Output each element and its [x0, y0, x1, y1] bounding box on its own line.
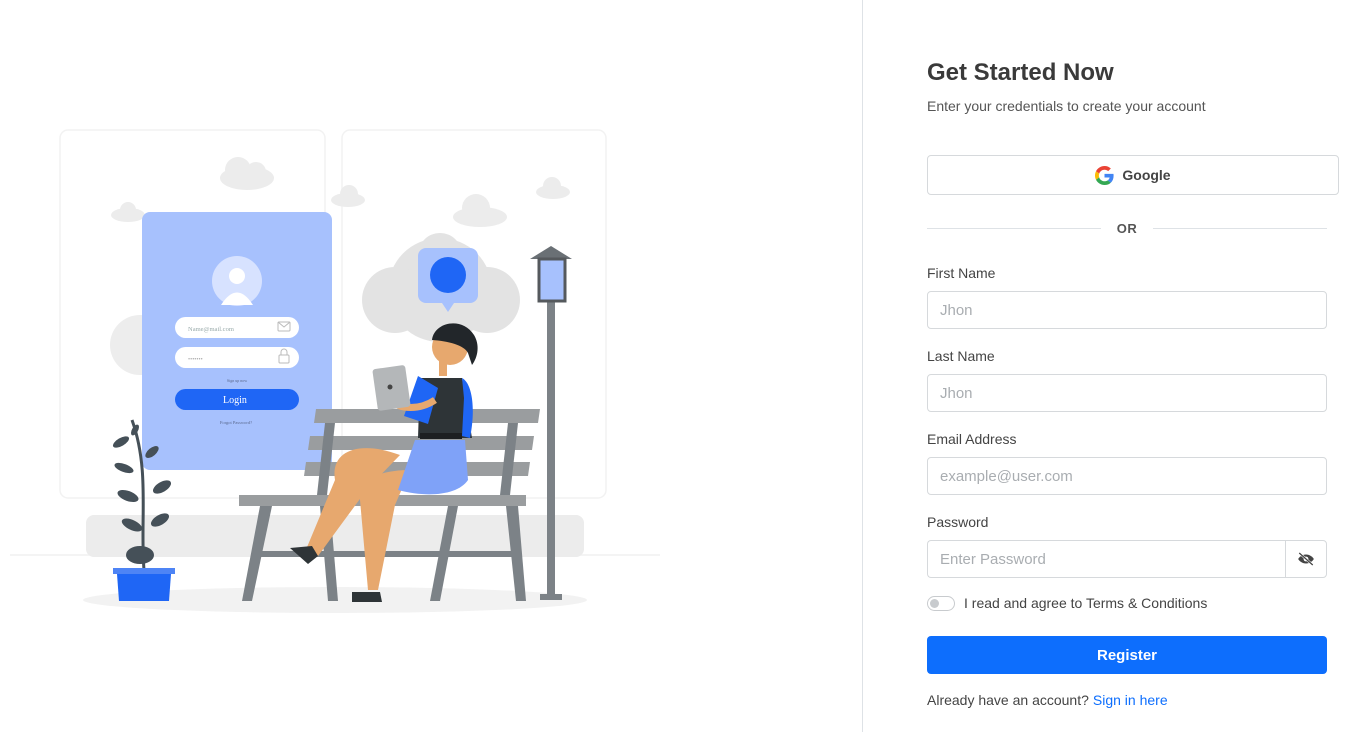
password-input[interactable] [927, 540, 1285, 578]
cloud-icon [111, 202, 145, 222]
shoe [352, 592, 382, 602]
google-icon [1095, 165, 1114, 185]
or-text: OR [1116, 220, 1138, 236]
login-illustration: Name@mail.com ••••••• Sign up now Login … [10, 129, 660, 613]
first-name-label: First Name [927, 265, 996, 281]
divider-line [1153, 227, 1327, 229]
cloud-icon [453, 194, 507, 227]
terms-row: I read and agree to Terms & Conditions [927, 595, 1207, 611]
card-password-dots: ••••••• [188, 357, 203, 363]
first-name-input[interactable] [927, 291, 1327, 329]
card-email-text: Name@mail.com [188, 326, 234, 333]
password-label: Password [927, 514, 989, 530]
google-signin-button[interactable]: Google [927, 155, 1339, 195]
signin-prompt: Already have an account? [927, 692, 1089, 708]
toggle-password-visibility-button[interactable] [1285, 540, 1327, 578]
card-small-text: Sign up now [227, 378, 247, 383]
cloud-icon [536, 177, 570, 199]
password-group [927, 540, 1327, 578]
page-subtitle: Enter your credentials to create your ac… [927, 98, 1206, 114]
cloud-icon [220, 157, 274, 190]
register-button[interactable]: Register [927, 636, 1327, 674]
or-divider: OR [927, 218, 1327, 238]
card-forgot-text: Forgot Password? [220, 420, 252, 425]
email-input[interactable] [927, 457, 1327, 495]
last-name-input[interactable] [927, 374, 1327, 412]
eye-slash-icon [1298, 552, 1314, 566]
cloud-icon [331, 185, 365, 207]
plant-pot [117, 574, 171, 601]
last-name-label: Last Name [927, 348, 995, 364]
signin-row: Already have an account? Sign in here [927, 692, 1168, 708]
status-dot-icon [430, 257, 466, 293]
register-form: Get Started Now Enter your credentials t… [927, 58, 1339, 708]
google-button-label: Google [1122, 167, 1171, 183]
divider-line [927, 227, 1101, 229]
illustration-panel: Name@mail.com ••••••• Sign up now Login … [0, 0, 862, 732]
signin-link[interactable]: Sign in here [1093, 692, 1168, 708]
login-card [142, 212, 332, 470]
page-title: Get Started Now [927, 59, 1114, 86]
card-login-label: Login [223, 395, 247, 406]
switch-knob [930, 598, 939, 608]
terms-toggle-switch[interactable] [927, 595, 955, 611]
email-label: Email Address [927, 431, 1017, 447]
register-panel: Get Started Now Enter your credentials t… [863, 0, 1363, 732]
terms-label[interactable]: I read and agree to Terms & Conditions [964, 595, 1207, 611]
